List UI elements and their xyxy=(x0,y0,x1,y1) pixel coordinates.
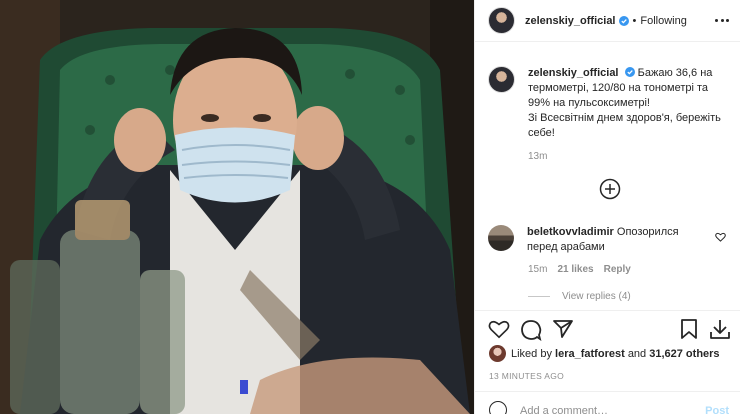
post-caption: zelenskiy_official Бажаю 36,6 на термоме… xyxy=(488,66,732,141)
liker-username[interactable]: lera_fatforest xyxy=(555,348,625,360)
add-comment-bar: Add a comment… Post xyxy=(475,391,740,414)
post-actions xyxy=(475,310,740,350)
liked-by-prefix: Liked by xyxy=(511,347,552,360)
liker-avatar[interactable] xyxy=(489,345,506,362)
liked-by-and: and xyxy=(627,347,647,360)
photo-illustration xyxy=(0,0,474,414)
author-avatar[interactable] xyxy=(488,7,515,34)
commenter-username[interactable]: beletkovvladimir xyxy=(527,226,614,238)
separator-dot: • xyxy=(632,14,637,27)
likes-count[interactable]: 31,627 others xyxy=(649,348,719,360)
download-icon[interactable] xyxy=(709,319,731,340)
comment-heart-icon[interactable] xyxy=(715,232,726,242)
view-replies-button[interactable]: View replies (4) xyxy=(528,291,631,302)
post-photo[interactable] xyxy=(0,0,474,414)
heart-icon[interactable] xyxy=(488,319,510,339)
post-age: 13 MINUTES AGO xyxy=(489,371,565,381)
share-icon[interactable] xyxy=(552,319,574,339)
caption-timestamp: 13m xyxy=(528,151,548,162)
commenter-avatar[interactable] xyxy=(488,225,514,251)
replies-divider xyxy=(528,296,550,297)
comment-time: 15m xyxy=(528,264,548,275)
more-options-icon[interactable] xyxy=(715,12,729,28)
emoji-icon[interactable] xyxy=(489,401,507,414)
comment-item: beletkovvladimir Опозорился перед арабам… xyxy=(488,225,732,255)
reply-button[interactable]: Reply xyxy=(604,264,631,275)
verified-badge-icon xyxy=(624,67,635,77)
comment-icon[interactable] xyxy=(520,319,542,341)
caption-author-avatar[interactable] xyxy=(488,66,515,93)
plus-circle-icon[interactable] xyxy=(599,178,621,200)
caption-text: zelenskiy_official Бажаю 36,6 на термоме… xyxy=(528,66,732,141)
comment-meta: 15m 21 likes Reply xyxy=(528,264,631,275)
author-username[interactable]: zelenskiy_official xyxy=(525,15,616,27)
verified-badge-icon xyxy=(618,15,629,26)
add-comment-input[interactable]: Add a comment… xyxy=(520,405,608,414)
post-sidebar: zelenskiy_official • Following zelenskiy… xyxy=(474,0,740,414)
likes-summary: Liked by lera_fatforest and 31,627 other… xyxy=(489,345,720,362)
bookmark-icon[interactable] xyxy=(680,319,698,340)
following-button[interactable]: Following xyxy=(640,15,686,27)
caption-username[interactable]: zelenskiy_official xyxy=(528,67,619,79)
post-comment-button[interactable]: Post xyxy=(705,405,729,414)
caption-body-2: Зі Всесвітнім днем здоров'я, бережіть се… xyxy=(528,112,721,139)
post-header: zelenskiy_official • Following xyxy=(475,0,740,42)
comment-likes[interactable]: 21 likes xyxy=(557,264,593,275)
comment-text: beletkovvladimir Опозорился перед арабам… xyxy=(527,225,712,255)
view-replies-label[interactable]: View replies (4) xyxy=(562,291,631,302)
